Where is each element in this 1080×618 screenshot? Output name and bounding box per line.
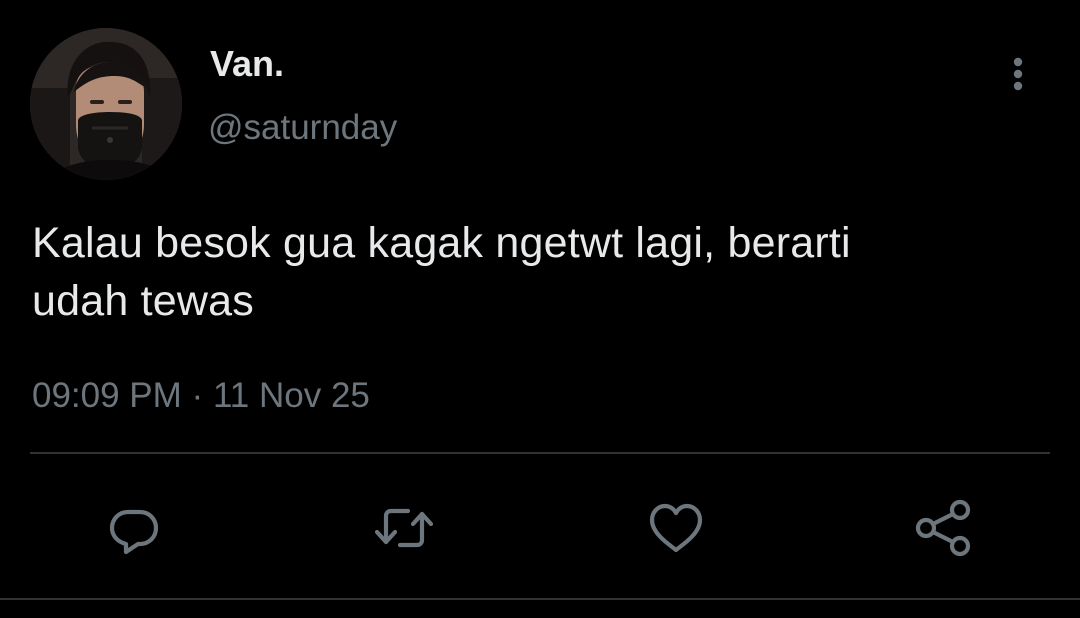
reply-button[interactable] <box>102 496 166 560</box>
tweet-text-line-1: Kalau besok gua kagak ngetwt lagi, berar… <box>32 219 851 267</box>
more-options-button[interactable] <box>996 52 1040 96</box>
timestamp-separator: · <box>191 376 204 415</box>
tweet-timestamp[interactable]: 09:09 PM · 11 Nov 25 <box>32 372 370 420</box>
tweet-text: Kalau besok gua kagak ngetwt lagi, berar… <box>32 214 1052 330</box>
heart-icon <box>649 503 703 553</box>
share-icon <box>915 499 971 557</box>
retweet-icon <box>374 508 434 548</box>
tweet-detail: Van. @saturnday Kalau besok gua kagak ng… <box>0 0 1080 618</box>
avatar-image <box>30 28 182 180</box>
like-button[interactable] <box>644 496 708 560</box>
more-vertical-icon <box>1013 57 1023 91</box>
author-display-name[interactable]: Van. <box>210 42 284 86</box>
reply-icon <box>109 509 159 555</box>
avatar[interactable] <box>30 28 182 180</box>
tweet-time: 09:09 PM <box>32 376 182 415</box>
tweet-text-line-2: udah tewas <box>32 277 254 325</box>
author-handle[interactable]: @saturnday <box>208 106 397 150</box>
retweet-button[interactable] <box>372 496 436 560</box>
divider <box>30 452 1050 454</box>
divider <box>0 598 1080 600</box>
share-button[interactable] <box>912 496 976 560</box>
tweet-date: 11 Nov 25 <box>212 376 370 415</box>
